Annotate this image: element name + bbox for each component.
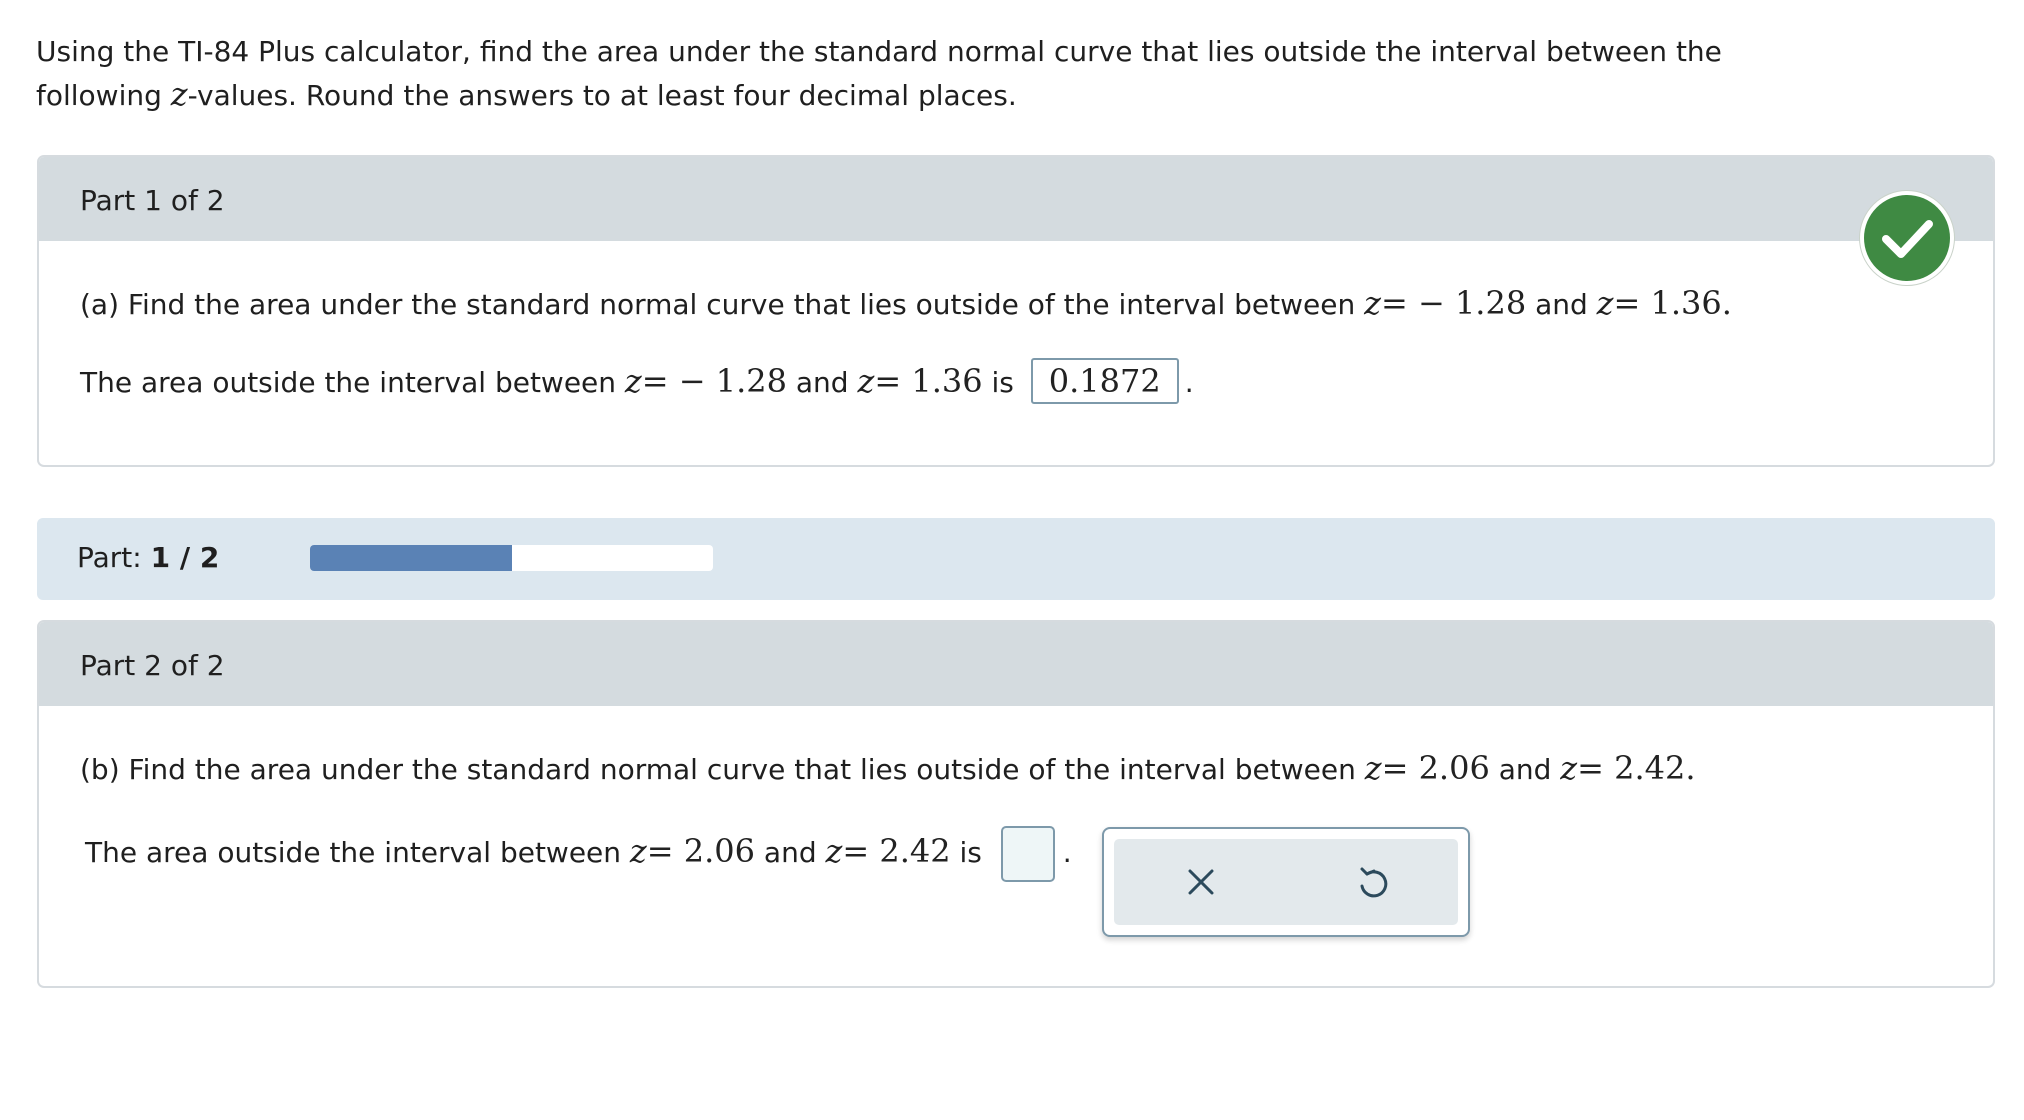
instructions-line-2: following z-values. Round the answers to… (36, 73, 1996, 117)
z-variable: z (1364, 284, 1381, 322)
answer-toolbar (1102, 827, 1470, 937)
answer-text: . (1184, 366, 1194, 399)
z-value: = 2.42 (1577, 749, 1686, 787)
question-text: and (1489, 753, 1561, 786)
part-1-card: Part 1 of 2 (a) Find the area under the … (37, 155, 1995, 467)
answer-text: is (982, 366, 1023, 399)
answer-text: . (1062, 836, 1072, 869)
undo-button[interactable] (1348, 857, 1398, 907)
check-icon (1864, 195, 1950, 281)
z-variable: z (857, 362, 875, 400)
part-2-title: Part 2 of 2 (80, 649, 225, 682)
part-2-answer-input[interactable] (1000, 826, 1055, 882)
question-text: (a) Find the area under the standard nor… (80, 288, 1365, 321)
z-variable: z (825, 832, 843, 870)
part-2-answer-line: The area outside the interval between z=… (85, 826, 1072, 882)
toolbar-panel (1114, 839, 1458, 925)
part-2-question: (b) Find the area under the standard nor… (80, 749, 1696, 787)
clear-button[interactable] (1176, 857, 1226, 907)
answer-text: and (787, 366, 858, 399)
z-variable: z (1560, 749, 1578, 787)
part-1-answer-line: The area outside the interval between z=… (80, 358, 1194, 404)
instructions-text: -values. Round the answers to at least f… (187, 79, 1017, 112)
question-text: . (1685, 749, 1696, 787)
answer-text: The area outside the interval between (85, 836, 630, 869)
z-value: = 2.42 (842, 832, 951, 870)
progress-bar-fill (310, 545, 512, 571)
z-variable: z (1364, 749, 1382, 787)
answer-text: The area outside the interval between (80, 366, 625, 399)
question-text: (b) Find the area under the standard nor… (80, 753, 1365, 786)
question-text: and (1526, 288, 1597, 321)
close-icon (1188, 869, 1214, 895)
question-text: . (1721, 284, 1732, 322)
progress-value: 1 / 2 (150, 541, 220, 574)
progress-bar (310, 545, 713, 571)
part-1-question: (a) Find the area under the standard nor… (80, 284, 1732, 322)
z-variable: z (170, 75, 188, 113)
z-value: = 2.06 (646, 832, 756, 870)
z-variable: z (1596, 284, 1614, 322)
part-2-card: Part 2 of 2 (b) Find the area under the … (37, 620, 1995, 988)
answer-text: is (950, 836, 991, 869)
progress-label-text: Part: (77, 541, 151, 574)
part-1-title: Part 1 of 2 (80, 184, 225, 217)
answer-text: and (755, 836, 826, 869)
z-variable: z (629, 832, 647, 870)
z-variable: z (624, 362, 642, 400)
progress-label: Part: 1 / 2 (77, 541, 219, 574)
instructions-text: following (36, 79, 171, 112)
undo-icon (1360, 867, 1388, 898)
z-value: = − 1.28 (1380, 284, 1527, 322)
part-2-header: Part 2 of 2 (39, 622, 1993, 706)
part-1-header: Part 1 of 2 (39, 157, 1993, 241)
instructions-line-1: Using the TI-84 Plus calculator, find th… (36, 35, 1722, 68)
part-1-answer-box: 0.1872 (1030, 358, 1179, 404)
z-value: = 1.36 (874, 362, 983, 400)
z-value: = 1.36 (1613, 284, 1722, 322)
part-progress: Part: 1 / 2 (37, 518, 1995, 600)
problem-instructions: Using the TI-84 Plus calculator, find th… (36, 30, 1996, 117)
z-value: = − 1.28 (641, 362, 787, 400)
z-value: = 2.06 (1381, 749, 1490, 787)
